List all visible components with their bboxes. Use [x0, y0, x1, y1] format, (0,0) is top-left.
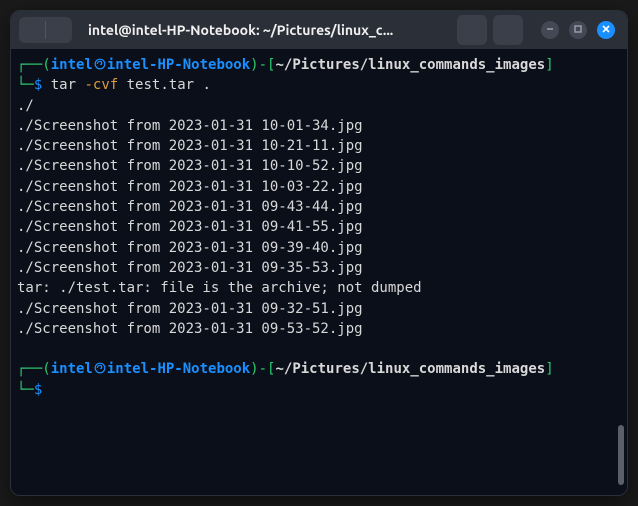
prompt2-path: ~/Pictures/linux_commands_images [275, 361, 545, 377]
output-line: ./Screenshot from 2023-01-31 09-41-55.jp… [17, 219, 363, 235]
prompt-user: intel [51, 57, 93, 73]
maximize-icon [573, 22, 583, 38]
kali-swirl-icon [93, 57, 107, 71]
output-line: ./Screenshot from 2023-01-31 09-32-51.jp… [17, 301, 363, 317]
scrollbar-thumb[interactable] [618, 425, 624, 485]
close-button[interactable] [597, 21, 615, 39]
new-tab-group [19, 17, 72, 43]
window-title: intel@intel-HP-Notebook: ~/Pictures/linu… [78, 22, 451, 38]
output-line: ./Screenshot from 2023-01-31 09-39-40.jp… [17, 240, 363, 256]
prompt2-corner-bottom: └─ [17, 382, 34, 398]
prompt-corner-top: ┌──( [17, 57, 51, 73]
minimize-button[interactable] [541, 21, 559, 39]
prompt2-bracket-end: ] [545, 361, 553, 377]
command-args: test.tar . [127, 77, 211, 93]
output-lines: ./ ./Screenshot from 2023-01-31 10-01-34… [17, 98, 422, 337]
prompt-dollar: $ [34, 77, 42, 93]
output-line: ./Screenshot from 2023-01-31 09-43-44.jp… [17, 199, 363, 215]
output-line: ./Screenshot from 2023-01-31 09-35-53.jp… [17, 260, 363, 276]
search-button[interactable] [457, 15, 487, 45]
prompt2-host: intel-HP-Notebook [107, 361, 250, 377]
terminal-output-area[interactable]: ┌──(intelintel-HP-Notebook)-[~/Pictures/… [11, 49, 627, 495]
prompt2-user: intel [51, 361, 93, 377]
output-line: ./Screenshot from 2023-01-31 10-10-52.jp… [17, 158, 363, 174]
output-line: ./Screenshot from 2023-01-31 10-03-22.jp… [17, 179, 363, 195]
prompt-bracket-end: ] [545, 57, 553, 73]
prompt-corner-bottom: └─ [17, 77, 34, 93]
tab-menu-button[interactable] [46, 17, 72, 43]
kali-swirl-icon [93, 361, 107, 375]
close-icon [601, 22, 611, 38]
prompt-host: intel-HP-Notebook [107, 57, 250, 73]
prompt2-bracket-mid: )-[ [250, 361, 275, 377]
output-line: ./Screenshot from 2023-01-31 10-01-34.jp… [17, 118, 363, 134]
titlebar: intel@intel-HP-Notebook: ~/Pictures/linu… [11, 11, 627, 49]
window-controls [541, 21, 615, 39]
output-line: ./Screenshot from 2023-01-31 09-53-52.jp… [17, 321, 363, 337]
prompt-bracket-mid: )-[ [250, 57, 275, 73]
output-line: ./Screenshot from 2023-01-31 10-21-11.jp… [17, 138, 363, 154]
command-bin: tar [51, 77, 76, 93]
new-tab-button[interactable] [19, 17, 45, 43]
prompt2-corner-top: ┌──( [17, 361, 51, 377]
hamburger-menu-button[interactable] [493, 15, 523, 45]
minimize-icon [545, 22, 555, 38]
terminal-window: intel@intel-HP-Notebook: ~/Pictures/linu… [10, 10, 628, 496]
prompt-path: ~/Pictures/linux_commands_images [275, 57, 545, 73]
prompt2-dollar: $ [34, 382, 42, 398]
command-flag: -cvf [84, 77, 118, 93]
output-line: tar: ./test.tar: file is the archive; no… [17, 280, 422, 296]
maximize-button[interactable] [569, 21, 587, 39]
output-line: ./ [17, 98, 34, 114]
